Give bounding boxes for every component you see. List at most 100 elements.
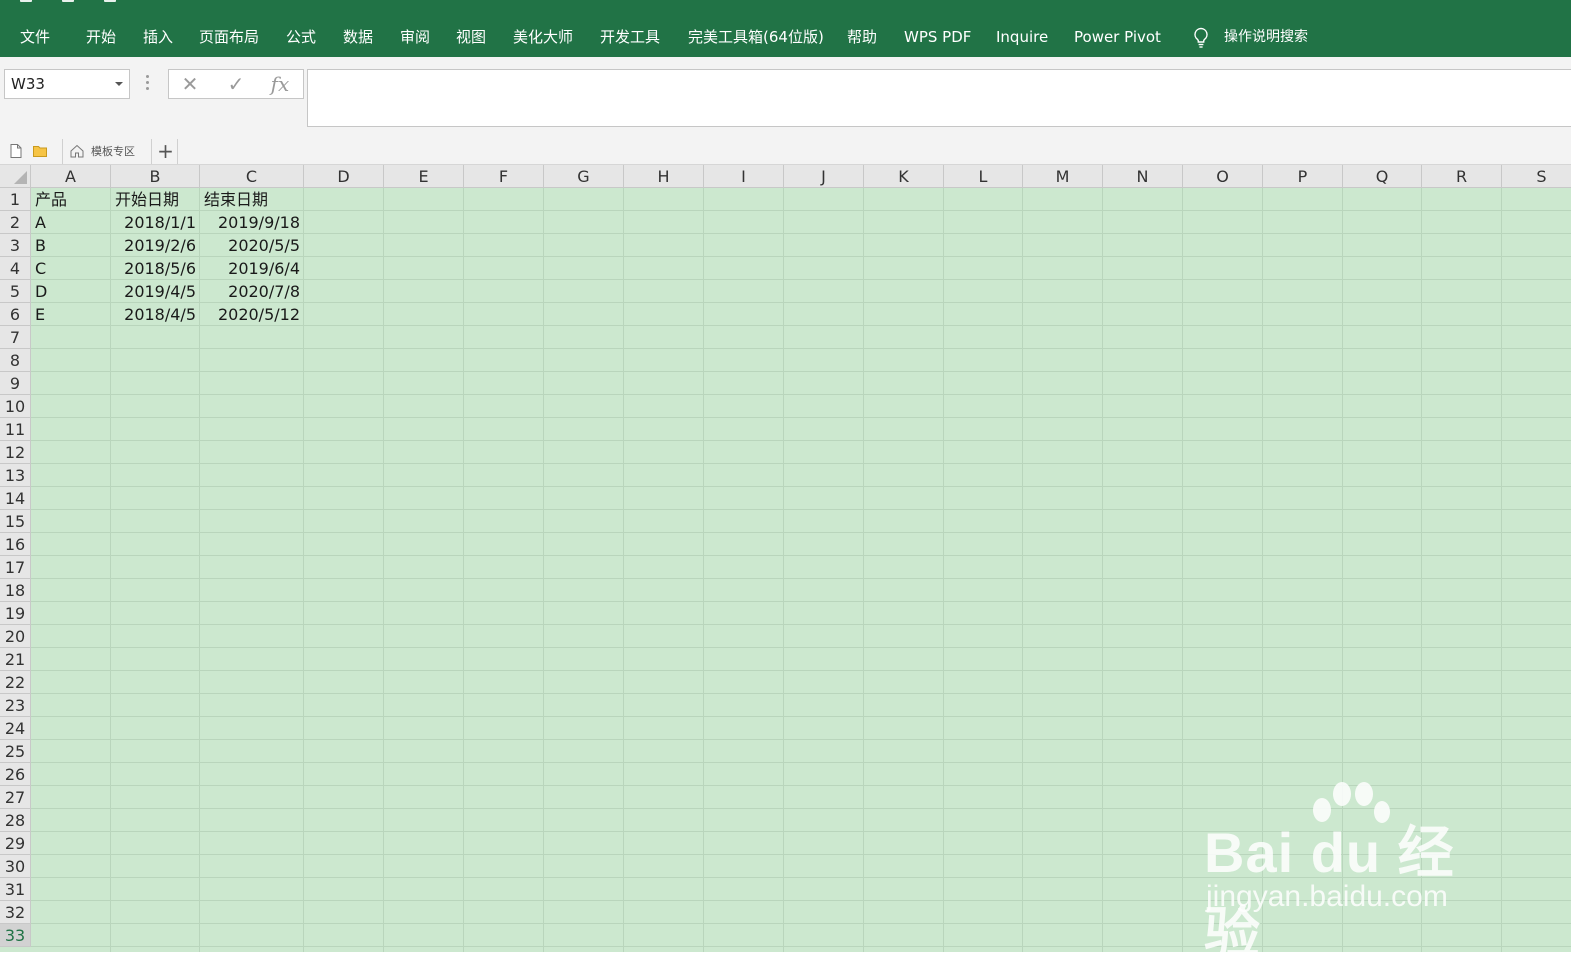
column-header[interactable]: I (704, 165, 784, 188)
row-header[interactable]: 17 (0, 556, 31, 579)
menu-item[interactable]: 美化大师 (513, 24, 573, 50)
column-header[interactable]: M (1023, 165, 1103, 188)
column-header[interactable]: L (944, 165, 1023, 188)
column-header[interactable]: K (864, 165, 944, 188)
row-header[interactable]: 20 (0, 625, 31, 648)
row-header[interactable]: 26 (0, 763, 31, 786)
row-header[interactable]: 9 (0, 372, 31, 395)
column-header[interactable]: E (384, 165, 464, 188)
menu-item[interactable]: 完美工具箱(64位版) (688, 24, 824, 50)
row-header[interactable]: 19 (0, 602, 31, 625)
row-header[interactable]: 14 (0, 487, 31, 510)
row-header[interactable]: 29 (0, 832, 31, 855)
header-cell[interactable]: 产品 (31, 188, 111, 211)
data-cell[interactable]: D (31, 280, 111, 303)
column-header[interactable]: D (304, 165, 384, 188)
select-all-corner[interactable] (0, 165, 31, 188)
row-header[interactable]: 21 (0, 648, 31, 671)
new-document-icon[interactable] (8, 143, 24, 159)
menu-item[interactable]: 公式 (286, 24, 316, 50)
menu-item[interactable]: 开发工具 (600, 24, 660, 50)
row-header[interactable]: 11 (0, 418, 31, 441)
row-header[interactable]: 28 (0, 809, 31, 832)
undo-icon[interactable] (62, 0, 74, 2)
save-icon[interactable] (20, 0, 32, 2)
row-header[interactable]: 3 (0, 234, 31, 257)
row-header[interactable]: 13 (0, 464, 31, 487)
row-header[interactable]: 5 (0, 280, 31, 303)
column-header[interactable]: F (464, 165, 544, 188)
data-cell[interactable]: 2018/5/6 (111, 257, 200, 280)
confirm-icon[interactable]: ✓ (221, 70, 251, 98)
data-cell[interactable]: 2019/6/4 (200, 257, 304, 280)
data-cell[interactable]: 2020/7/8 (200, 280, 304, 303)
menu-item[interactable]: Inquire (996, 24, 1048, 50)
row-header[interactable]: 8 (0, 349, 31, 372)
menu-item[interactable]: 插入 (143, 24, 173, 50)
row-header[interactable]: 23 (0, 694, 31, 717)
menu-item[interactable]: 审阅 (400, 24, 430, 50)
row-header[interactable]: 27 (0, 786, 31, 809)
header-cell[interactable]: 结束日期 (200, 188, 304, 211)
row-header[interactable]: 10 (0, 395, 31, 418)
row-header[interactable]: 4 (0, 257, 31, 280)
data-cell[interactable]: 2020/5/5 (200, 234, 304, 257)
name-box[interactable]: W33 (4, 69, 130, 99)
row-header[interactable]: 15 (0, 510, 31, 533)
menu-item[interactable]: 开始 (86, 24, 116, 50)
row-header[interactable]: 33 (0, 924, 31, 947)
row-header[interactable]: 31 (0, 878, 31, 901)
column-header[interactable]: G (544, 165, 624, 188)
tab-template-zone[interactable]: 模板专区 (62, 139, 152, 164)
menu-item[interactable]: 帮助 (847, 24, 877, 50)
column-header[interactable]: S (1502, 165, 1571, 188)
menu-item[interactable]: 文件 (20, 24, 50, 50)
column-header[interactable]: Q (1343, 165, 1422, 188)
row-header[interactable]: 22 (0, 671, 31, 694)
data-cell[interactable]: C (31, 257, 111, 280)
row-header[interactable]: 25 (0, 740, 31, 763)
column-header[interactable]: N (1103, 165, 1183, 188)
data-cell[interactable]: A (31, 211, 111, 234)
data-cell[interactable]: E (31, 303, 111, 326)
more-options-icon[interactable] (146, 75, 150, 93)
add-tab-button[interactable]: + (154, 139, 178, 164)
menu-item[interactable]: 页面布局 (199, 24, 259, 50)
data-cell[interactable]: 2019/9/18 (200, 211, 304, 234)
data-cell[interactable]: B (31, 234, 111, 257)
row-header[interactable]: 7 (0, 326, 31, 349)
data-cell[interactable]: 2019/2/6 (111, 234, 200, 257)
data-cell[interactable]: 2018/1/1 (111, 211, 200, 234)
tell-me-search[interactable]: 操作说明搜索 (1224, 24, 1308, 50)
column-header[interactable]: B (111, 165, 200, 188)
data-cell[interactable]: 2019/4/5 (111, 280, 200, 303)
data-cell[interactable]: 2018/4/5 (111, 303, 200, 326)
column-header[interactable]: O (1183, 165, 1263, 188)
column-header[interactable]: R (1422, 165, 1502, 188)
column-header[interactable]: J (784, 165, 864, 188)
insert-function-icon[interactable]: fx (265, 70, 295, 98)
row-header[interactable]: 30 (0, 855, 31, 878)
redo-icon[interactable] (104, 0, 116, 2)
name-box-dropdown-icon[interactable] (115, 82, 123, 86)
header-cell[interactable]: 开始日期 (111, 188, 200, 211)
row-header[interactable]: 2 (0, 211, 31, 234)
column-header[interactable]: A (31, 165, 111, 188)
row-header[interactable]: 12 (0, 441, 31, 464)
column-header[interactable]: C (200, 165, 304, 188)
menu-item[interactable]: 视图 (456, 24, 486, 50)
row-header[interactable]: 16 (0, 533, 31, 556)
row-header[interactable]: 1 (0, 188, 31, 211)
row-header[interactable]: 32 (0, 901, 31, 924)
menu-item[interactable]: 数据 (343, 24, 373, 50)
menu-item[interactable]: Power Pivot (1074, 24, 1161, 50)
row-header[interactable]: 24 (0, 717, 31, 740)
cancel-icon[interactable]: ✕ (175, 70, 205, 98)
row-header[interactable]: 18 (0, 579, 31, 602)
column-header[interactable]: H (624, 165, 704, 188)
open-folder-icon[interactable] (32, 143, 48, 159)
formula-input[interactable] (307, 69, 1571, 127)
data-cell[interactable]: 2020/5/12 (200, 303, 304, 326)
menu-item[interactable]: WPS PDF (904, 24, 971, 50)
row-header[interactable]: 6 (0, 303, 31, 326)
